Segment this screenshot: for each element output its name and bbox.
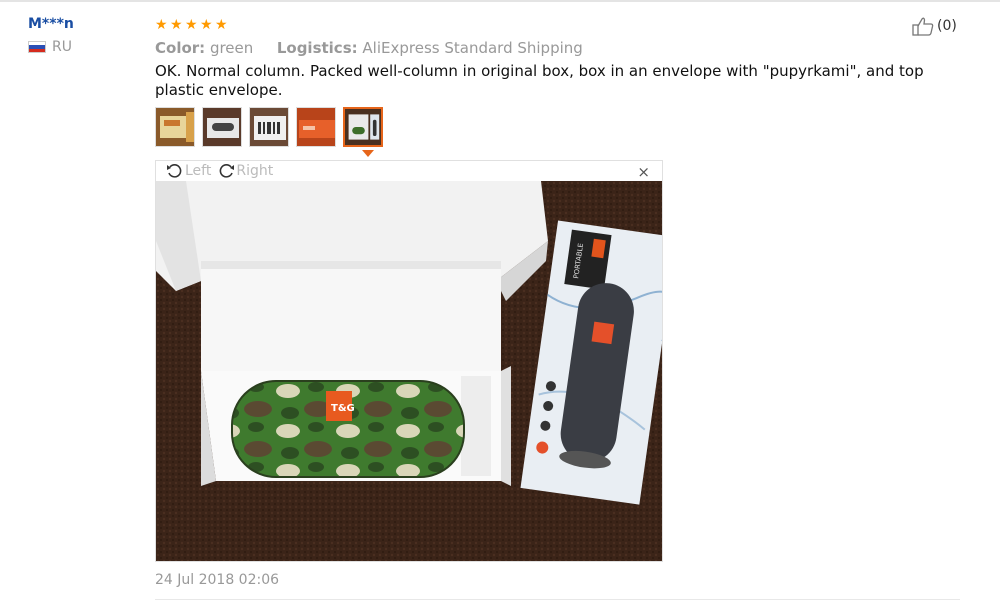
thumbnail-image: [297, 108, 335, 146]
photo-viewer: Left Right × PORTABLE T&G: [155, 160, 663, 562]
rotate-right-label: Right: [236, 163, 274, 179]
star-icon: ★: [185, 17, 198, 33]
photo-thumbnails: [155, 107, 960, 149]
viewer-toolbar: Left Right ×: [156, 161, 662, 181]
rotate-right-button[interactable]: Right: [217, 163, 273, 179]
thumbnail-image: [345, 109, 381, 145]
logistics-label: Logistics:: [276, 39, 358, 57]
star-rating: ★ ★ ★ ★ ★: [155, 16, 960, 34]
bottom-divider: [155, 599, 960, 600]
buyer-info: M***n RU: [28, 14, 148, 56]
close-viewer-button[interactable]: ×: [637, 163, 650, 181]
review-date: 24 Jul 2018 02:06: [155, 572, 280, 588]
photo-thumbnail[interactable]: [296, 107, 336, 147]
star-icon: ★: [200, 17, 213, 33]
photo-thumbnail[interactable]: [249, 107, 289, 147]
russia-flag-icon: [28, 41, 46, 53]
star-icon: ★: [215, 17, 228, 33]
speaker-logo-text: T&G: [331, 403, 355, 414]
review-text: OK. Normal column. Packed well-column in…: [155, 62, 924, 99]
rotate-left-label: Left: [185, 163, 212, 179]
photo-thumbnail-selected[interactable]: [343, 107, 383, 147]
star-icon: ★: [170, 17, 183, 33]
review-body: ★ ★ ★ ★ ★ Color: green Logistics: AliExp…: [155, 16, 960, 149]
speaker-box-photo: PORTABLE T&G: [156, 181, 662, 561]
selected-thumbnail-pointer: [362, 150, 374, 157]
star-icon: ★: [155, 17, 168, 33]
photo-thumbnail[interactable]: [202, 107, 242, 147]
thumbnail-image: [250, 108, 288, 146]
rotate-left-icon: [167, 164, 182, 178]
rotate-left-button[interactable]: Left: [166, 163, 211, 179]
color-value: green: [209, 39, 254, 57]
review-photo: PORTABLE T&G: [156, 181, 662, 561]
thumbnail-image: [156, 108, 194, 146]
color-label: Color:: [155, 39, 206, 57]
photo-thumbnail[interactable]: [155, 107, 195, 147]
rotate-right-icon: [220, 164, 235, 178]
buyer-name[interactable]: M***n: [28, 14, 148, 34]
order-info: Color: green Logistics: AliExpress Stand…: [155, 38, 960, 58]
thumbnail-image: [203, 108, 241, 146]
country-code: RU: [52, 39, 72, 55]
buyer-country: RU: [28, 38, 148, 56]
top-divider: [0, 0, 1000, 2]
logistics-value: AliExpress Standard Shipping: [362, 39, 583, 57]
